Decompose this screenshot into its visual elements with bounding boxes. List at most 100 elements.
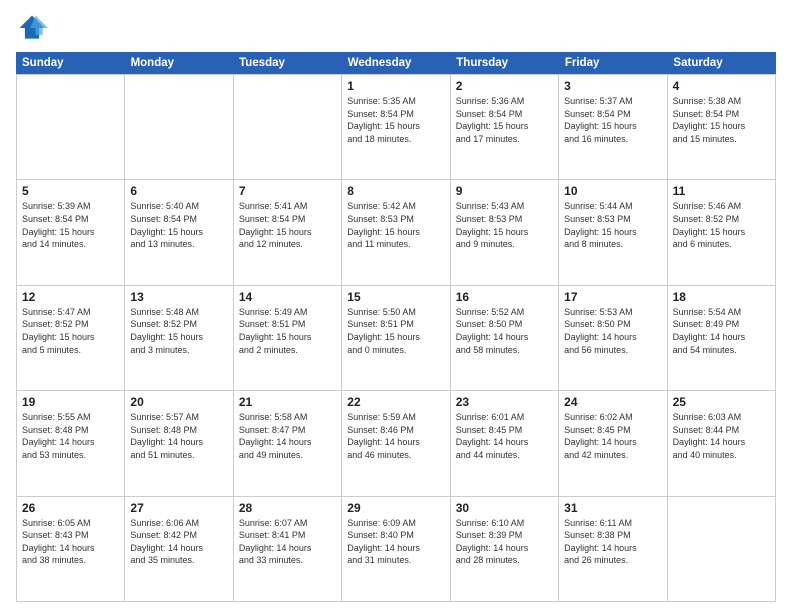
weekday-header-friday: Friday	[559, 52, 668, 74]
empty-cell	[668, 497, 776, 601]
day-cell-9: 9 Sunrise: 5:43 AM Sunset: 8:53 PM Daylig…	[451, 180, 559, 284]
calendar-header: SundayMondayTuesdayWednesdayThursdayFrid…	[16, 52, 776, 74]
day-cell-20: 20 Sunrise: 5:57 AM Sunset: 8:48 PM Dayli…	[125, 391, 233, 495]
day-number: 8	[347, 184, 444, 198]
day-cell-26: 26 Sunrise: 6:05 AM Sunset: 8:43 PM Dayli…	[17, 497, 125, 601]
day-cell-11: 11 Sunrise: 5:46 AM Sunset: 8:52 PM Dayli…	[668, 180, 776, 284]
header	[16, 12, 776, 44]
weekday-header-monday: Monday	[125, 52, 234, 74]
day-number: 29	[347, 501, 444, 515]
logo-icon	[16, 12, 48, 44]
calendar-row-2: 5 Sunrise: 5:39 AM Sunset: 8:54 PM Daylig…	[17, 179, 776, 284]
calendar-row-3: 12 Sunrise: 5:47 AM Sunset: 8:52 PM Dayli…	[17, 285, 776, 390]
day-cell-18: 18 Sunrise: 5:54 AM Sunset: 8:49 PM Dayli…	[668, 286, 776, 390]
day-cell-5: 5 Sunrise: 5:39 AM Sunset: 8:54 PM Daylig…	[17, 180, 125, 284]
weekday-header-sunday: Sunday	[16, 52, 125, 74]
day-cell-1: 1 Sunrise: 5:35 AM Sunset: 8:54 PM Daylig…	[342, 75, 450, 179]
day-info: Sunrise: 5:59 AM Sunset: 8:46 PM Dayligh…	[347, 411, 444, 461]
day-number: 17	[564, 290, 661, 304]
day-cell-23: 23 Sunrise: 6:01 AM Sunset: 8:45 PM Dayli…	[451, 391, 559, 495]
day-number: 13	[130, 290, 227, 304]
day-number: 27	[130, 501, 227, 515]
day-cell-28: 28 Sunrise: 6:07 AM Sunset: 8:41 PM Dayli…	[234, 497, 342, 601]
empty-cell	[17, 75, 125, 179]
day-number: 26	[22, 501, 119, 515]
day-number: 12	[22, 290, 119, 304]
day-cell-2: 2Sunrise: 5:36 AM Sunset: 8:54 PM Daylig…	[451, 75, 559, 179]
day-info: Sunrise: 5:40 AM Sunset: 8:54 PM Dayligh…	[130, 200, 227, 250]
day-info: Sunrise: 6:07 AM Sunset: 8:41 PM Dayligh…	[239, 517, 336, 567]
day-cell-7: 7 Sunrise: 5:41 AM Sunset: 8:54 PM Daylig…	[234, 180, 342, 284]
day-number: 22	[347, 395, 444, 409]
day-cell-25: 25 Sunrise: 6:03 AM Sunset: 8:44 PM Dayli…	[668, 391, 776, 495]
day-info: Sunrise: 6:06 AM Sunset: 8:42 PM Dayligh…	[130, 517, 227, 567]
day-number: 10	[564, 184, 661, 198]
day-info: Sunrise: 5:57 AM Sunset: 8:48 PM Dayligh…	[130, 411, 227, 461]
day-cell-8: 8 Sunrise: 5:42 AM Sunset: 8:53 PM Daylig…	[342, 180, 450, 284]
day-cell-13: 13 Sunrise: 5:48 AM Sunset: 8:52 PM Dayli…	[125, 286, 233, 390]
day-number: 2	[456, 79, 553, 93]
day-cell-27: 27 Sunrise: 6:06 AM Sunset: 8:42 PM Dayli…	[125, 497, 233, 601]
day-number: 16	[456, 290, 553, 304]
day-cell-15: 15 Sunrise: 5:50 AM Sunset: 8:51 PM Dayli…	[342, 286, 450, 390]
day-cell-24: 24 Sunrise: 6:02 AM Sunset: 8:45 PM Dayli…	[559, 391, 667, 495]
day-info: Sunrise: 5:43 AM Sunset: 8:53 PM Dayligh…	[456, 200, 553, 250]
empty-cell	[125, 75, 233, 179]
day-info: Sunrise: 5:41 AM Sunset: 8:54 PM Dayligh…	[239, 200, 336, 250]
day-info: Sunrise: 5:39 AM Sunset: 8:54 PM Dayligh…	[22, 200, 119, 250]
day-info: Sunrise: 5:35 AM Sunset: 8:54 PM Dayligh…	[347, 95, 444, 145]
day-cell-29: 29 Sunrise: 6:09 AM Sunset: 8:40 PM Dayli…	[342, 497, 450, 601]
day-number: 11	[673, 184, 770, 198]
calendar-row-4: 19 Sunrise: 5:55 AM Sunset: 8:48 PM Dayli…	[17, 390, 776, 495]
weekday-header-thursday: Thursday	[450, 52, 559, 74]
day-info: Sunrise: 5:44 AM Sunset: 8:53 PM Dayligh…	[564, 200, 661, 250]
day-number: 4	[673, 79, 770, 93]
day-info: Sunrise: 5:52 AM Sunset: 8:50 PM Dayligh…	[456, 306, 553, 356]
day-number: 28	[239, 501, 336, 515]
page: SundayMondayTuesdayWednesdayThursdayFrid…	[0, 0, 792, 612]
day-info: Sunrise: 5:47 AM Sunset: 8:52 PM Dayligh…	[22, 306, 119, 356]
day-cell-19: 19 Sunrise: 5:55 AM Sunset: 8:48 PM Dayli…	[17, 391, 125, 495]
day-cell-21: 21Sunrise: 5:58 AM Sunset: 8:47 PM Dayli…	[234, 391, 342, 495]
day-number: 20	[130, 395, 227, 409]
day-number: 24	[564, 395, 661, 409]
day-number: 6	[130, 184, 227, 198]
day-info: Sunrise: 6:11 AM Sunset: 8:38 PM Dayligh…	[564, 517, 661, 567]
day-info: Sunrise: 5:58 AM Sunset: 8:47 PM Dayligh…	[239, 411, 336, 461]
day-info: Sunrise: 5:48 AM Sunset: 8:52 PM Dayligh…	[130, 306, 227, 356]
day-number: 23	[456, 395, 553, 409]
day-info: Sunrise: 5:46 AM Sunset: 8:52 PM Dayligh…	[673, 200, 770, 250]
day-number: 1	[347, 79, 444, 93]
day-info: Sunrise: 6:09 AM Sunset: 8:40 PM Dayligh…	[347, 517, 444, 567]
day-info: Sunrise: 6:03 AM Sunset: 8:44 PM Dayligh…	[673, 411, 770, 461]
day-info: Sunrise: 6:02 AM Sunset: 8:45 PM Dayligh…	[564, 411, 661, 461]
calendar-body: 1 Sunrise: 5:35 AM Sunset: 8:54 PM Daylig…	[16, 74, 776, 602]
day-number: 9	[456, 184, 553, 198]
day-number: 14	[239, 290, 336, 304]
day-cell-4: 4 Sunrise: 5:38 AM Sunset: 8:54 PM Daylig…	[668, 75, 776, 179]
day-info: Sunrise: 5:37 AM Sunset: 8:54 PM Dayligh…	[564, 95, 661, 145]
day-number: 25	[673, 395, 770, 409]
day-info: Sunrise: 6:10 AM Sunset: 8:39 PM Dayligh…	[456, 517, 553, 567]
day-info: Sunrise: 6:01 AM Sunset: 8:45 PM Dayligh…	[456, 411, 553, 461]
day-info: Sunrise: 6:05 AM Sunset: 8:43 PM Dayligh…	[22, 517, 119, 567]
day-number: 18	[673, 290, 770, 304]
day-info: Sunrise: 5:55 AM Sunset: 8:48 PM Dayligh…	[22, 411, 119, 461]
day-number: 5	[22, 184, 119, 198]
day-info: Sunrise: 5:42 AM Sunset: 8:53 PM Dayligh…	[347, 200, 444, 250]
logo	[16, 12, 52, 44]
day-cell-17: 17Sunrise: 5:53 AM Sunset: 8:50 PM Dayli…	[559, 286, 667, 390]
day-info: Sunrise: 5:49 AM Sunset: 8:51 PM Dayligh…	[239, 306, 336, 356]
calendar-row-1: 1 Sunrise: 5:35 AM Sunset: 8:54 PM Daylig…	[17, 74, 776, 179]
day-cell-22: 22 Sunrise: 5:59 AM Sunset: 8:46 PM Dayli…	[342, 391, 450, 495]
day-info: Sunrise: 5:38 AM Sunset: 8:54 PM Dayligh…	[673, 95, 770, 145]
day-number: 19	[22, 395, 119, 409]
day-cell-31: 31Sunrise: 6:11 AM Sunset: 8:38 PM Dayli…	[559, 497, 667, 601]
empty-cell	[234, 75, 342, 179]
day-number: 15	[347, 290, 444, 304]
day-number: 7	[239, 184, 336, 198]
day-info: Sunrise: 5:54 AM Sunset: 8:49 PM Dayligh…	[673, 306, 770, 356]
day-cell-10: 10 Sunrise: 5:44 AM Sunset: 8:53 PM Dayli…	[559, 180, 667, 284]
calendar: SundayMondayTuesdayWednesdayThursdayFrid…	[16, 52, 776, 602]
day-info: Sunrise: 5:50 AM Sunset: 8:51 PM Dayligh…	[347, 306, 444, 356]
